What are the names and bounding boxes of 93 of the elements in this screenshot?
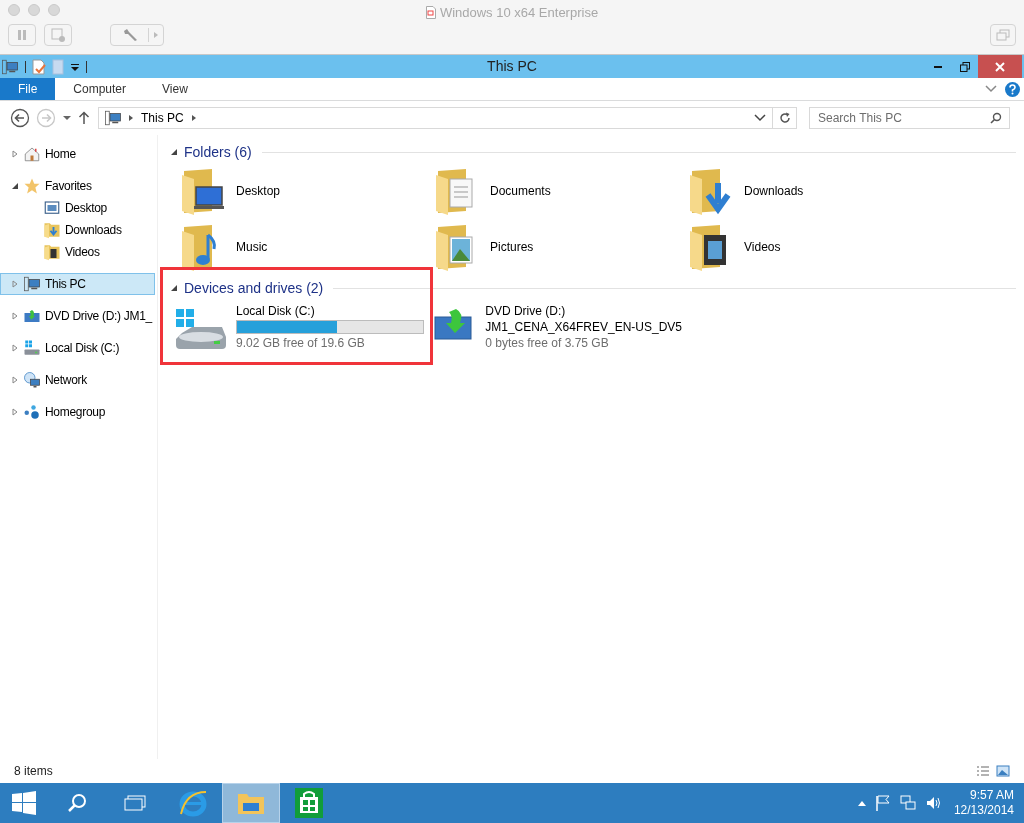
group-heading[interactable]: Folders (6): [184, 141, 252, 163]
breadcrumb-arrow-icon[interactable]: [189, 114, 198, 122]
drive-free-space: 9.02 GB free of 19.6 GB: [236, 335, 366, 351]
drive-name: Local Disk (C:): [236, 303, 316, 319]
clock-time[interactable]: 9:57 AM: [969, 788, 1014, 803]
flag-icon[interactable]: [875, 795, 890, 811]
sidebar-item[interactable]: Homegroup: [0, 401, 155, 423]
drive-free-space: 0 bytes free of 3.75 GB: [485, 335, 610, 351]
expand-arrow-icon[interactable]: [11, 344, 19, 352]
drive-tile[interactable]: Local Disk (C:) 9.02 GB free of 19.6 GB: [174, 299, 428, 355]
dvd-drive-icon: [433, 307, 472, 341]
network-icon[interactable]: [899, 795, 916, 811]
sidebar-item[interactable]: Desktop: [0, 197, 155, 219]
windows-logo-icon: [12, 791, 36, 815]
sidebar-item[interactable]: Home: [0, 143, 155, 165]
downloads-icon: [43, 221, 61, 239]
dvd-icon: [23, 307, 41, 325]
back-icon[interactable]: [10, 108, 30, 128]
ribbon-tab[interactable]: File: [0, 78, 56, 100]
folder-tile[interactable]: Pictures: [432, 219, 686, 275]
sidebar-item[interactable]: Videos: [0, 241, 155, 263]
volume-icon[interactable]: [925, 795, 942, 811]
pc-icon: [1, 57, 19, 76]
shopping-bag-icon: [295, 788, 323, 818]
ribbon-tab[interactable]: View: [144, 78, 206, 100]
expand-arrow-icon[interactable]: [11, 280, 19, 288]
close-button[interactable]: [978, 55, 1022, 78]
disk-icon: [23, 339, 41, 357]
sidebar-item[interactable]: Favorites: [0, 175, 155, 197]
collapse-arrow-icon[interactable]: [170, 284, 178, 292]
folder-icon: [237, 791, 265, 815]
restore-icon: [959, 61, 970, 72]
expand-arrow-icon[interactable]: [11, 376, 19, 384]
folder-tile[interactable]: Music: [178, 219, 432, 275]
window-title: This PC: [487, 57, 537, 76]
taskbar-app-button[interactable]: [222, 783, 280, 823]
settings-button[interactable]: [110, 24, 164, 46]
chevron-down-icon[interactable]: [754, 114, 766, 122]
details-view-icon[interactable]: [976, 765, 990, 777]
sidebar-item[interactable]: This PC: [0, 273, 155, 295]
pc-icon: [23, 275, 41, 293]
breadcrumb-arrow-icon[interactable]: [127, 114, 135, 122]
drive-volume-label: JM1_CENA_X64FREV_EN-US_DV5: [485, 319, 682, 335]
videos-icon: [43, 243, 61, 261]
show-hidden-icons-icon[interactable]: [857, 800, 866, 806]
search-icon: [990, 112, 1002, 124]
up-arrow-icon[interactable]: [78, 111, 90, 125]
browser-e-icon: [178, 788, 208, 818]
pc-icon: [104, 109, 122, 127]
sidebar-item[interactable]: Downloads: [0, 219, 155, 241]
breadcrumb-item[interactable]: This PC: [135, 109, 190, 127]
search-icon: [67, 793, 87, 813]
expand-arrow-icon[interactable]: [11, 312, 19, 320]
folder-tile[interactable]: Videos: [686, 219, 940, 275]
item-count: 8 items: [14, 763, 53, 780]
wrench-icon: [121, 28, 138, 42]
large-icons-view-icon[interactable]: [996, 765, 1010, 777]
folder-tile[interactable]: Desktop: [178, 163, 432, 219]
sidebar-item[interactable]: Local Disk (C:): [0, 337, 155, 359]
properties-icon[interactable]: [32, 58, 46, 75]
snapshot-icon: [51, 28, 65, 42]
clock-date[interactable]: 12/13/2014: [953, 803, 1014, 818]
task-view-icon: [124, 795, 146, 811]
drive-tile[interactable]: DVD Drive (D:) JM1_CENA_X64FREV_EN-US_DV5 0 bytes free of 3.75 GB: [428, 299, 682, 355]
minimize-icon: [933, 65, 942, 68]
star-icon: [23, 177, 41, 195]
home-icon: [23, 145, 41, 163]
refresh-icon: [778, 112, 791, 124]
collapse-arrow-icon[interactable]: [170, 148, 178, 156]
search-field[interactable]: Search This PC: [809, 107, 1010, 129]
desktop-icon: [43, 199, 61, 217]
network-icon: [23, 371, 41, 389]
document-icon: [425, 6, 436, 20]
folder-tile[interactable]: Documents: [432, 163, 686, 219]
collapse-arrow-icon[interactable]: [11, 182, 19, 190]
hard-drive-icon: [174, 307, 228, 351]
expand-arrow-icon[interactable]: [11, 408, 19, 416]
close-icon: [995, 61, 1005, 72]
recent-locations-icon[interactable]: [62, 113, 72, 123]
address-bar[interactable]: This PC: [98, 107, 797, 129]
group-heading[interactable]: Devices and drives (2): [184, 277, 324, 299]
sidebar-item[interactable]: Network: [0, 369, 155, 391]
pause-icon: [17, 29, 27, 41]
drive-name: DVD Drive (D:): [485, 303, 567, 319]
expand-arrow-icon[interactable]: [11, 150, 19, 158]
ribbon-tab[interactable]: Computer: [55, 78, 145, 100]
sidebar-item[interactable]: DVD Drive (D:) JM1_: [0, 305, 155, 327]
dropdown-icon[interactable]: [70, 61, 80, 72]
windows-stack-icon: [996, 29, 1010, 41]
vm-window-title: Windows 10 x64 Enterprise: [439, 4, 599, 22]
help-icon[interactable]: [1005, 81, 1020, 97]
homegroup-icon: [23, 403, 41, 421]
folder-tile[interactable]: Downloads: [686, 163, 940, 219]
